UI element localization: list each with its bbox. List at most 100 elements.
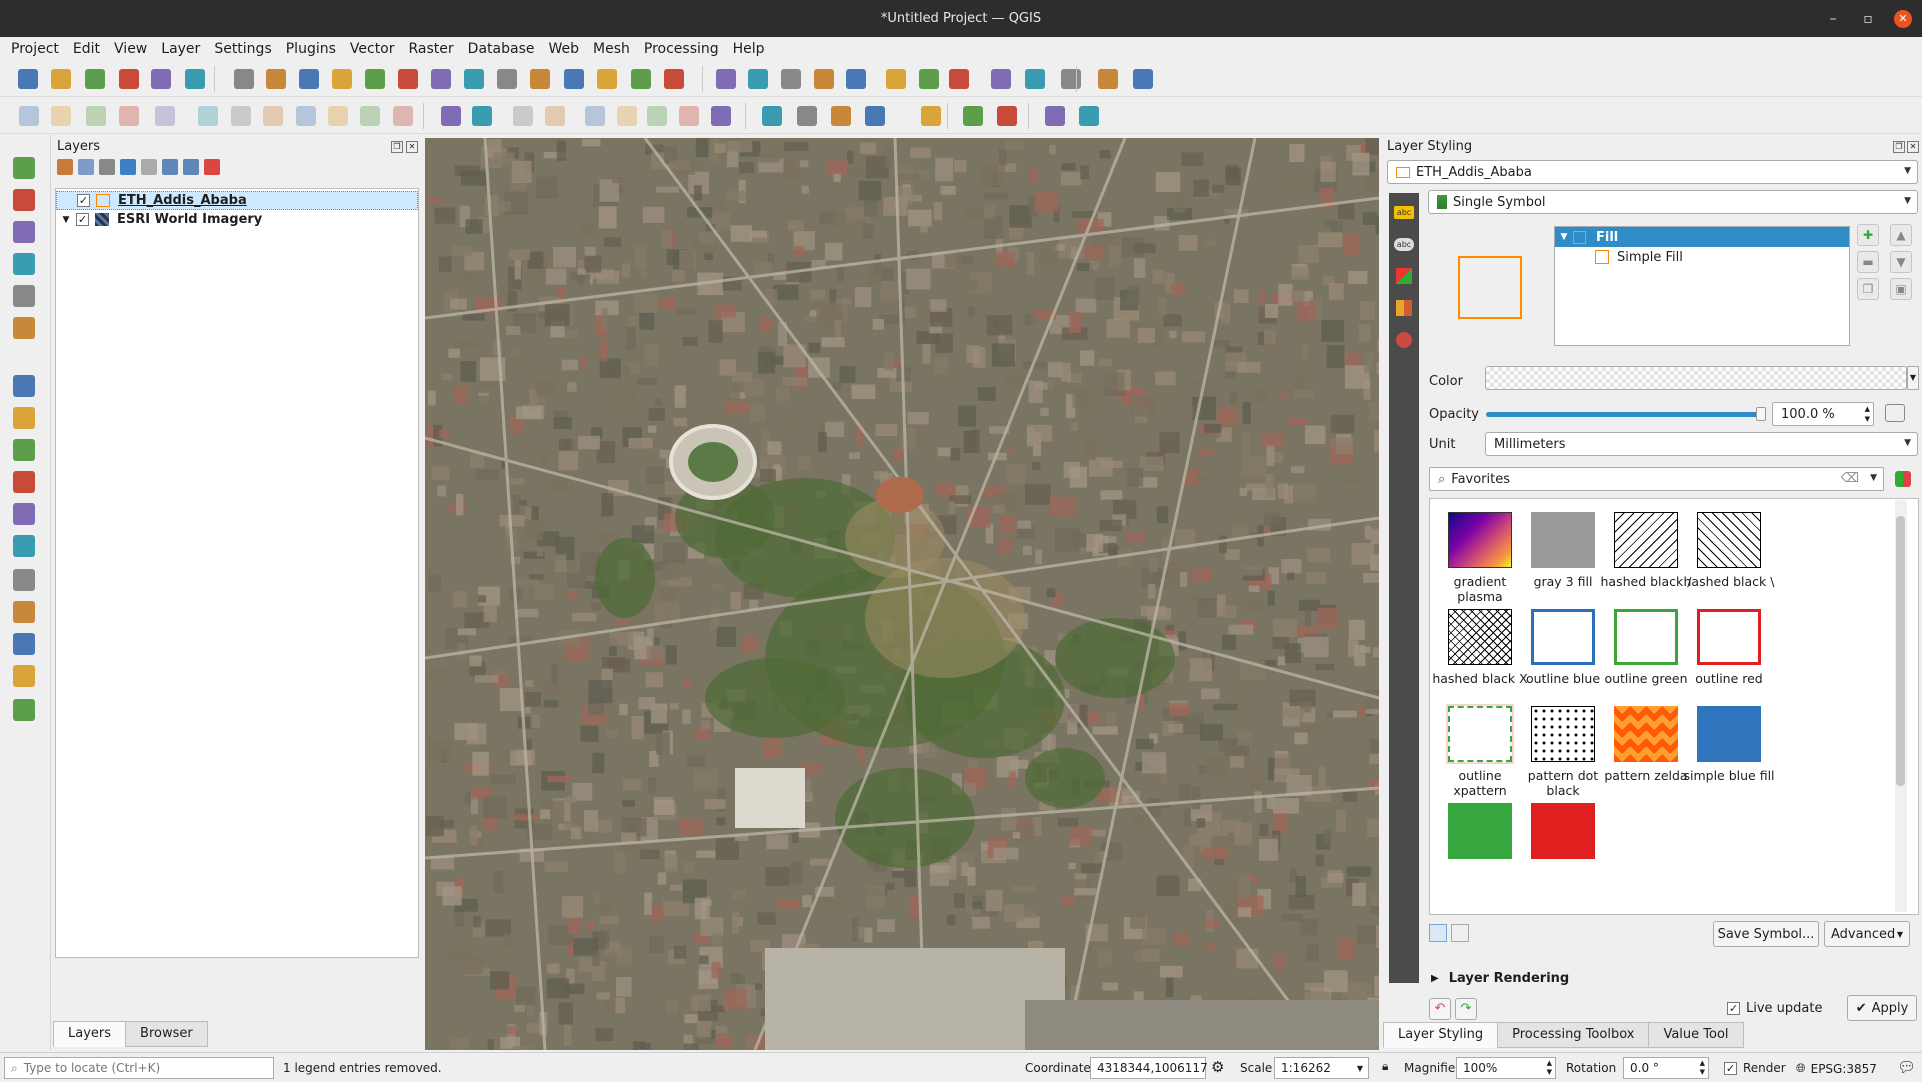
copy-icon[interactable] <box>293 103 319 129</box>
layer-name[interactable]: ETH_Addis_Ababa <box>118 193 247 208</box>
pan-to-selection-icon[interactable] <box>263 66 289 92</box>
style-manager-icon[interactable] <box>182 66 208 92</box>
move-down-button[interactable]: ▼ <box>1890 251 1912 273</box>
georeferencer-icon[interactable] <box>862 103 888 129</box>
add-group-icon[interactable] <box>78 159 94 175</box>
messages-icon[interactable]: 💬︎ <box>1897 1058 1916 1076</box>
plugin-reloader-icon[interactable] <box>1042 103 1068 129</box>
zoom-last-icon[interactable] <box>494 66 520 92</box>
layer-row-eth[interactable]: ✓ ETH_Addis_Ababa <box>56 191 418 210</box>
show-bookmarks-icon[interactable] <box>594 66 620 92</box>
add-wcs-icon[interactable] <box>10 631 38 657</box>
menu-web[interactable]: Web <box>541 41 586 57</box>
coordinate-toggle-icon[interactable]: ⚙ <box>1211 1058 1224 1076</box>
map-tips-icon[interactable] <box>916 66 942 92</box>
vertex-tool-icon[interactable] <box>152 103 178 129</box>
zoom-next-icon[interactable] <box>527 66 553 92</box>
select-features-icon[interactable] <box>1022 66 1048 92</box>
style-manager-icon[interactable] <box>1895 471 1911 487</box>
opacity-spinbox[interactable]: 100.0 % ▲ ▼ <box>1772 402 1874 426</box>
rotate-label-icon[interactable] <box>614 103 640 129</box>
new-temp-layer-icon[interactable] <box>10 251 38 277</box>
symbol-item[interactable]: outline red <box>1679 596 1779 706</box>
save-project-icon[interactable] <box>82 66 108 92</box>
select-location-icon[interactable] <box>1130 66 1156 92</box>
select-by-value-icon[interactable] <box>1058 66 1084 92</box>
menu-raster[interactable]: Raster <box>402 41 461 57</box>
current-edits-icon[interactable] <box>16 103 42 129</box>
new-shapefile-icon[interactable] <box>10 219 38 245</box>
spinbox-arrows-icon[interactable]: ▲ ▼ <box>1547 1059 1552 1077</box>
expand-all-icon[interactable] <box>162 159 178 175</box>
layer-select[interactable]: ETH_Addis_Ababa ▼ <box>1387 160 1918 184</box>
paste-icon[interactable] <box>325 103 351 129</box>
menu-plugins[interactable]: Plugins <box>279 41 343 57</box>
expand-arrow-icon[interactable]: ▼ <box>56 215 76 225</box>
measure-icon[interactable] <box>883 66 909 92</box>
close-panel-icon[interactable]: ✕ <box>1907 141 1919 153</box>
tab-processing-toolbox[interactable]: Processing Toolbox <box>1497 1022 1650 1048</box>
advanced-button[interactable]: Advanced ▼ <box>1824 921 1910 947</box>
text-annotation-icon[interactable] <box>988 66 1014 92</box>
redo-icon[interactable] <box>390 103 416 129</box>
close-button[interactable]: ✕ <box>1888 0 1918 37</box>
label-settings-icon[interactable] <box>676 103 702 129</box>
expand-arrow-icon[interactable]: ▶ <box>1431 973 1439 984</box>
data-defined-override-icon[interactable] <box>1885 404 1905 422</box>
move-up-button[interactable]: ▲ <box>1890 224 1912 246</box>
move-label-icon[interactable] <box>582 103 608 129</box>
redo-button[interactable]: ↷ <box>1455 998 1477 1020</box>
opacity-slider-handle[interactable] <box>1756 407 1766 421</box>
new-bookmark-icon[interactable] <box>561 66 587 92</box>
identify-icon[interactable] <box>713 66 739 92</box>
save-edits-icon[interactable] <box>83 103 109 129</box>
history-icon[interactable] <box>1393 329 1415 351</box>
menu-vector[interactable]: Vector <box>343 41 402 57</box>
lock-scale-icon[interactable]: 🔒︎ <box>1382 1059 1388 1074</box>
tab-value-tool[interactable]: Value Tool <box>1648 1022 1744 1048</box>
modify-attributes-icon[interactable] <box>195 103 221 129</box>
grid-scrollbar[interactable] <box>1895 500 1907 912</box>
filter-icon[interactable] <box>120 159 136 175</box>
label-tool-icon[interactable] <box>438 103 464 129</box>
3d-view-icon[interactable] <box>1393 265 1415 287</box>
data-source-manager-icon[interactable] <box>10 155 38 181</box>
zoom-native-icon[interactable] <box>461 66 487 92</box>
render-toggle[interactable]: ✓ Render <box>1724 1061 1786 1075</box>
save-symbol-button[interactable]: Save Symbol... <box>1713 921 1819 947</box>
statistics-icon[interactable] <box>843 66 869 92</box>
new-project-icon[interactable] <box>15 66 41 92</box>
zoom-full-icon[interactable] <box>362 66 388 92</box>
filter-expression-icon[interactable] <box>141 159 157 175</box>
renderer-select[interactable]: Single Symbol ▼ <box>1428 190 1918 214</box>
float-panel-icon[interactable]: ❐ <box>391 141 403 153</box>
zoom-in-icon[interactable] <box>296 66 322 92</box>
satellite-imagery[interactable] <box>425 138 1379 1050</box>
menu-view[interactable]: View <box>107 41 154 57</box>
render-checkbox[interactable]: ✓ <box>1724 1061 1737 1075</box>
diagram-tool-icon[interactable] <box>469 103 495 129</box>
live-update-toggle[interactable]: ✓ Live update <box>1727 1001 1822 1016</box>
maximize-button[interactable]: ▫ <box>1853 0 1883 37</box>
processing-toolbox-icon[interactable] <box>811 66 837 92</box>
processing-history-icon[interactable] <box>1076 103 1102 129</box>
info-icon[interactable] <box>828 103 854 129</box>
map-canvas[interactable] <box>425 138 1379 1050</box>
open-project-icon[interactable] <box>48 66 74 92</box>
layer-name[interactable]: ESRI World Imagery <box>117 212 262 227</box>
add-symbol-layer-button[interactable]: ✚ <box>1857 224 1879 246</box>
live-update-checkbox[interactable]: ✓ <box>1727 1002 1740 1015</box>
new-geopackage-icon[interactable] <box>10 187 38 213</box>
magnifier-spinbox[interactable]: 100% ▲ ▼ <box>1456 1057 1556 1079</box>
remove-layer-icon[interactable] <box>204 159 220 175</box>
layer-visibility-checkbox[interactable]: ✓ <box>77 194 90 207</box>
layer-rendering-section[interactable]: ▶ Layer Rendering <box>1431 971 1569 986</box>
pan-icon[interactable] <box>231 66 257 92</box>
menu-database[interactable]: Database <box>461 41 542 57</box>
diagrams-icon[interactable] <box>1393 297 1415 319</box>
new-print-layout-icon[interactable] <box>116 66 142 92</box>
visibility-icon[interactable] <box>99 159 115 175</box>
menu-edit[interactable]: Edit <box>66 41 107 57</box>
opacity-slider[interactable] <box>1486 407 1766 421</box>
menu-layer[interactable]: Layer <box>154 41 207 57</box>
